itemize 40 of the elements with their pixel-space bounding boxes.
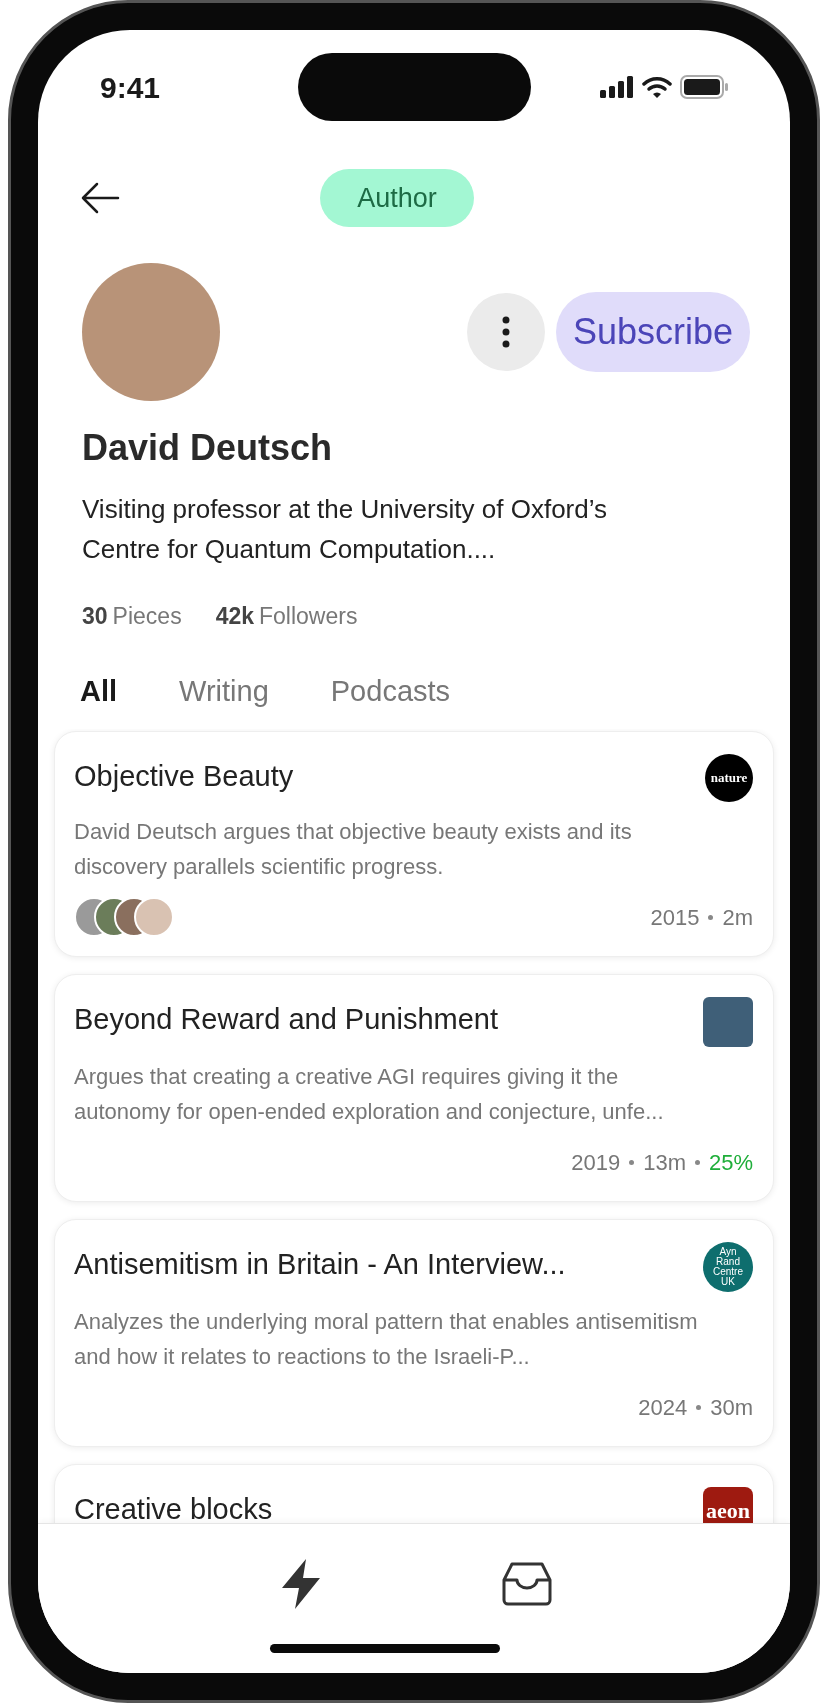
more-icon bbox=[501, 316, 510, 348]
subscribe-button[interactable]: Subscribe bbox=[555, 292, 750, 372]
battery-icon bbox=[680, 75, 728, 99]
source-logo: aeon bbox=[703, 1487, 753, 1523]
piece-card[interactable]: Antisemitism in Britain - An Interview... Ayn Rand Centre UK Analyzes the underlying moral pattern that enables antisemitism and how it relates to reactions to the Israeli-P... 2024 30m bbox=[54, 1219, 774, 1447]
piece-title: Antisemitism in Britain - An Interview... bbox=[74, 1247, 566, 1282]
back-button[interactable] bbox=[80, 180, 120, 216]
piece-card[interactable]: Objective Beauty nature David Deutsch argues that objective beauty exists and its discovery parallels scientific progress. 2015 2m bbox=[54, 731, 774, 957]
progress-percent: 25% bbox=[708, 1148, 753, 1177]
piece-meta: 30m bbox=[710, 1393, 753, 1422]
author-badge: Author bbox=[320, 169, 474, 227]
piece-title: Beyond Reward and Punishment bbox=[74, 1002, 498, 1037]
piece-meta: 2019 bbox=[571, 1148, 621, 1177]
piece-meta: 2015 bbox=[650, 903, 700, 932]
status-time: 9:41 bbox=[100, 69, 162, 106]
piece-summary: Analyzes the underlying moral pattern that enables antisemitism and how it relates to reactions to the Israeli-P... bbox=[74, 1308, 699, 1371]
piece-meta: 2024 bbox=[638, 1393, 688, 1422]
tab[interactable]: All bbox=[80, 669, 118, 713]
piece-summary: Argues that creating a creative AGI requires giving it the autonomy for open-ended exploration and conjecture, unfe... bbox=[74, 1063, 665, 1126]
piece-title: Objective Beauty bbox=[74, 759, 294, 794]
inbox-icon bbox=[502, 1562, 552, 1606]
back-arrow-icon bbox=[80, 182, 120, 214]
piece-summary: David Deutsch argues that objective beauty exists and its discovery parallels scientific progress. bbox=[74, 818, 633, 881]
lightning-icon bbox=[280, 1558, 322, 1610]
signal-icon bbox=[600, 76, 634, 98]
piece-meta: 2m bbox=[722, 903, 753, 932]
profile-stat: 42k Followers bbox=[215, 602, 358, 631]
source-logo: nature bbox=[705, 754, 753, 802]
logo-text: Ayn Rand Centre UK bbox=[712, 1247, 744, 1287]
author-bio: Visiting professor at the University of Oxford’s Centre for Quantum Computation.... bbox=[81, 493, 609, 566]
piece-meta: 13m bbox=[643, 1148, 686, 1177]
piece-title: Creative blocks bbox=[74, 1492, 273, 1523]
wifi-icon bbox=[642, 76, 672, 98]
piece-card[interactable]: Beyond Reward and Punishment Argues that creating a creative AGI requires giving it the autonomy for open-ended exploration and conjecture, unfe... 2019 13m 25% bbox=[54, 974, 774, 1202]
contributor-avatar bbox=[134, 897, 174, 937]
tab[interactable]: Podcasts bbox=[330, 669, 451, 713]
profile-stat: 30 Pieces bbox=[82, 602, 182, 631]
author-name: David Deutsch bbox=[81, 426, 334, 470]
tab[interactable]: Writing bbox=[179, 669, 269, 713]
piece-card[interactable]: Creative blocks aeon bbox=[54, 1464, 774, 1523]
